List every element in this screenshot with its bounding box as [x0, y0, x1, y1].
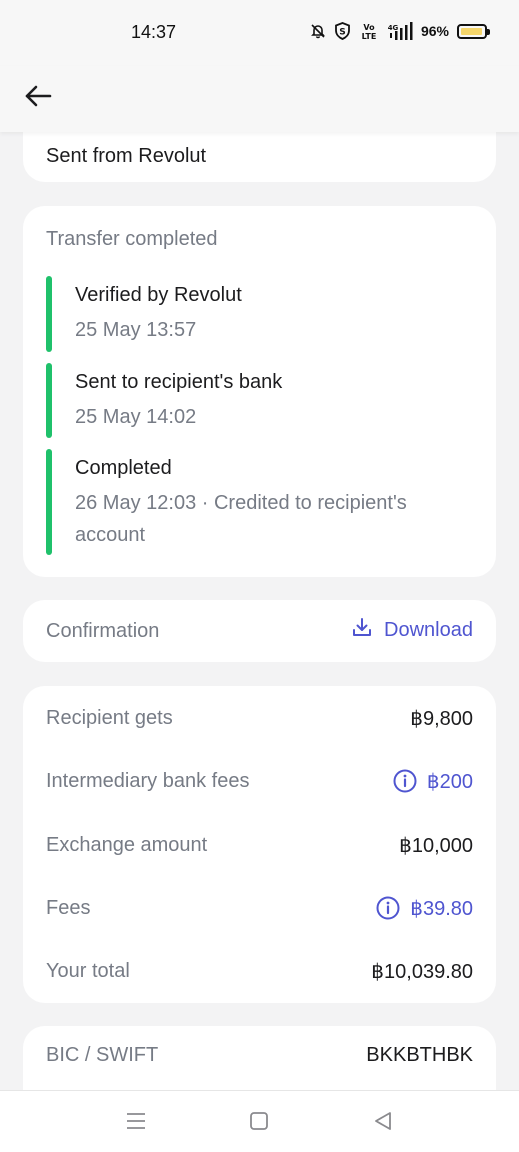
step-title: Completed [75, 457, 172, 479]
svg-text:LTE: LTE [362, 32, 377, 40]
step-title: Verified by Revolut [75, 284, 242, 306]
bic-label: BIC / SWIFT [46, 1044, 159, 1066]
timeline-step-sent: Sent to recipient's bank 25 May 14:02 [46, 363, 476, 438]
detail-row-exchange-amount: Exchange amount ฿10,000 [46, 830, 473, 860]
timeline-step-verified: Verified by Revolut 25 May 13:57 [46, 276, 476, 352]
svg-text:4G: 4G [388, 24, 399, 32]
confirmation-card: Confirmation Download [23, 600, 496, 662]
bank-details-card: BIC / SWIFT BKKBTHBK [23, 1026, 496, 1090]
transfer-status-title: Transfer completed [46, 228, 218, 250]
home-button[interactable] [245, 1109, 273, 1137]
timeline-bar [46, 276, 52, 352]
svg-text:Vo: Vo [363, 23, 375, 32]
shield-s-icon: S [334, 22, 351, 40]
detail-row-intermediary-fees: Intermediary bank fees ฿200 [46, 766, 473, 796]
bic-value[interactable]: BKKBTHBK [366, 1044, 473, 1067]
info-icon[interactable] [393, 769, 417, 793]
timeline-step-completed: Completed 26 May 12:03 · Credited to rec… [46, 449, 476, 555]
home-square-icon [249, 1111, 269, 1136]
system-back-button[interactable] [369, 1109, 397, 1137]
sent-card: Sent from Revolut [23, 132, 496, 182]
arrow-left-icon [24, 84, 52, 113]
signal-icon: 4G [387, 22, 413, 40]
back-triangle-icon [373, 1111, 393, 1136]
detail-label: Your total [46, 959, 130, 982]
step-subtitle: 25 May 14:02 [75, 406, 197, 428]
detail-value-text: ฿200 [426, 770, 473, 793]
battery-percent: 96% [420, 23, 449, 39]
download-icon [352, 617, 372, 643]
amount-details-card: Recipient gets ฿9,800 Intermediary bank … [23, 686, 496, 1003]
bell-off-icon [310, 23, 326, 39]
battery-icon [457, 23, 490, 39]
back-button[interactable] [18, 78, 58, 118]
transfer-details-scroll[interactable]: Sent from Revolut Transfer completed Ver… [0, 132, 519, 1090]
svg-text:S: S [339, 28, 345, 38]
detail-value: ฿10,000 [399, 834, 473, 857]
detail-label: Recipient gets [46, 706, 173, 729]
detail-label: Intermediary bank fees [46, 769, 250, 792]
info-icon[interactable] [376, 896, 400, 920]
download-label: Download [384, 618, 473, 641]
menu-icon [125, 1111, 147, 1136]
detail-row-fees: Fees ฿39.80 [46, 893, 473, 923]
app-bar [0, 66, 519, 132]
timeline-bar [46, 449, 52, 555]
transfer-status-card: Transfer completed Verified by Revolut 2… [23, 206, 496, 577]
detail-label: Exchange amount [46, 833, 208, 856]
timeline-bar [46, 363, 52, 438]
step-title: Sent to recipient's bank [75, 371, 283, 393]
fees-value[interactable]: ฿39.80 [376, 896, 473, 921]
detail-value-text: ฿39.80 [410, 897, 473, 920]
status-bar: 14:37 S Vo LTE 4G 96% [0, 0, 519, 66]
sent-from-text: Sent from Revolut [46, 145, 207, 167]
volte-icon: Vo LTE [359, 22, 379, 40]
confirmation-label: Confirmation [46, 620, 160, 642]
system-nav-bar [0, 1090, 519, 1152]
detail-value: ฿9,800 [410, 707, 473, 730]
step-subtitle: 26 May 12:03 · Credited to recipient's a… [75, 492, 407, 546]
detail-row-bic-swift: BIC / SWIFT BKKBTHBK [46, 1044, 473, 1067]
detail-row-your-total: Your total ฿10,039.80 [46, 956, 473, 986]
step-subtitle: 25 May 13:57 [75, 319, 197, 341]
detail-label: Fees [46, 896, 91, 919]
status-icons: S Vo LTE 4G 96% [310, 22, 490, 40]
detail-value: ฿10,039.80 [371, 960, 473, 983]
status-time: 14:37 [131, 22, 177, 42]
detail-row-recipient-gets: Recipient gets ฿9,800 [46, 703, 473, 733]
intermediary-fees-value[interactable]: ฿200 [393, 769, 473, 794]
recents-button[interactable] [122, 1109, 150, 1137]
download-button[interactable]: Download [352, 617, 473, 643]
